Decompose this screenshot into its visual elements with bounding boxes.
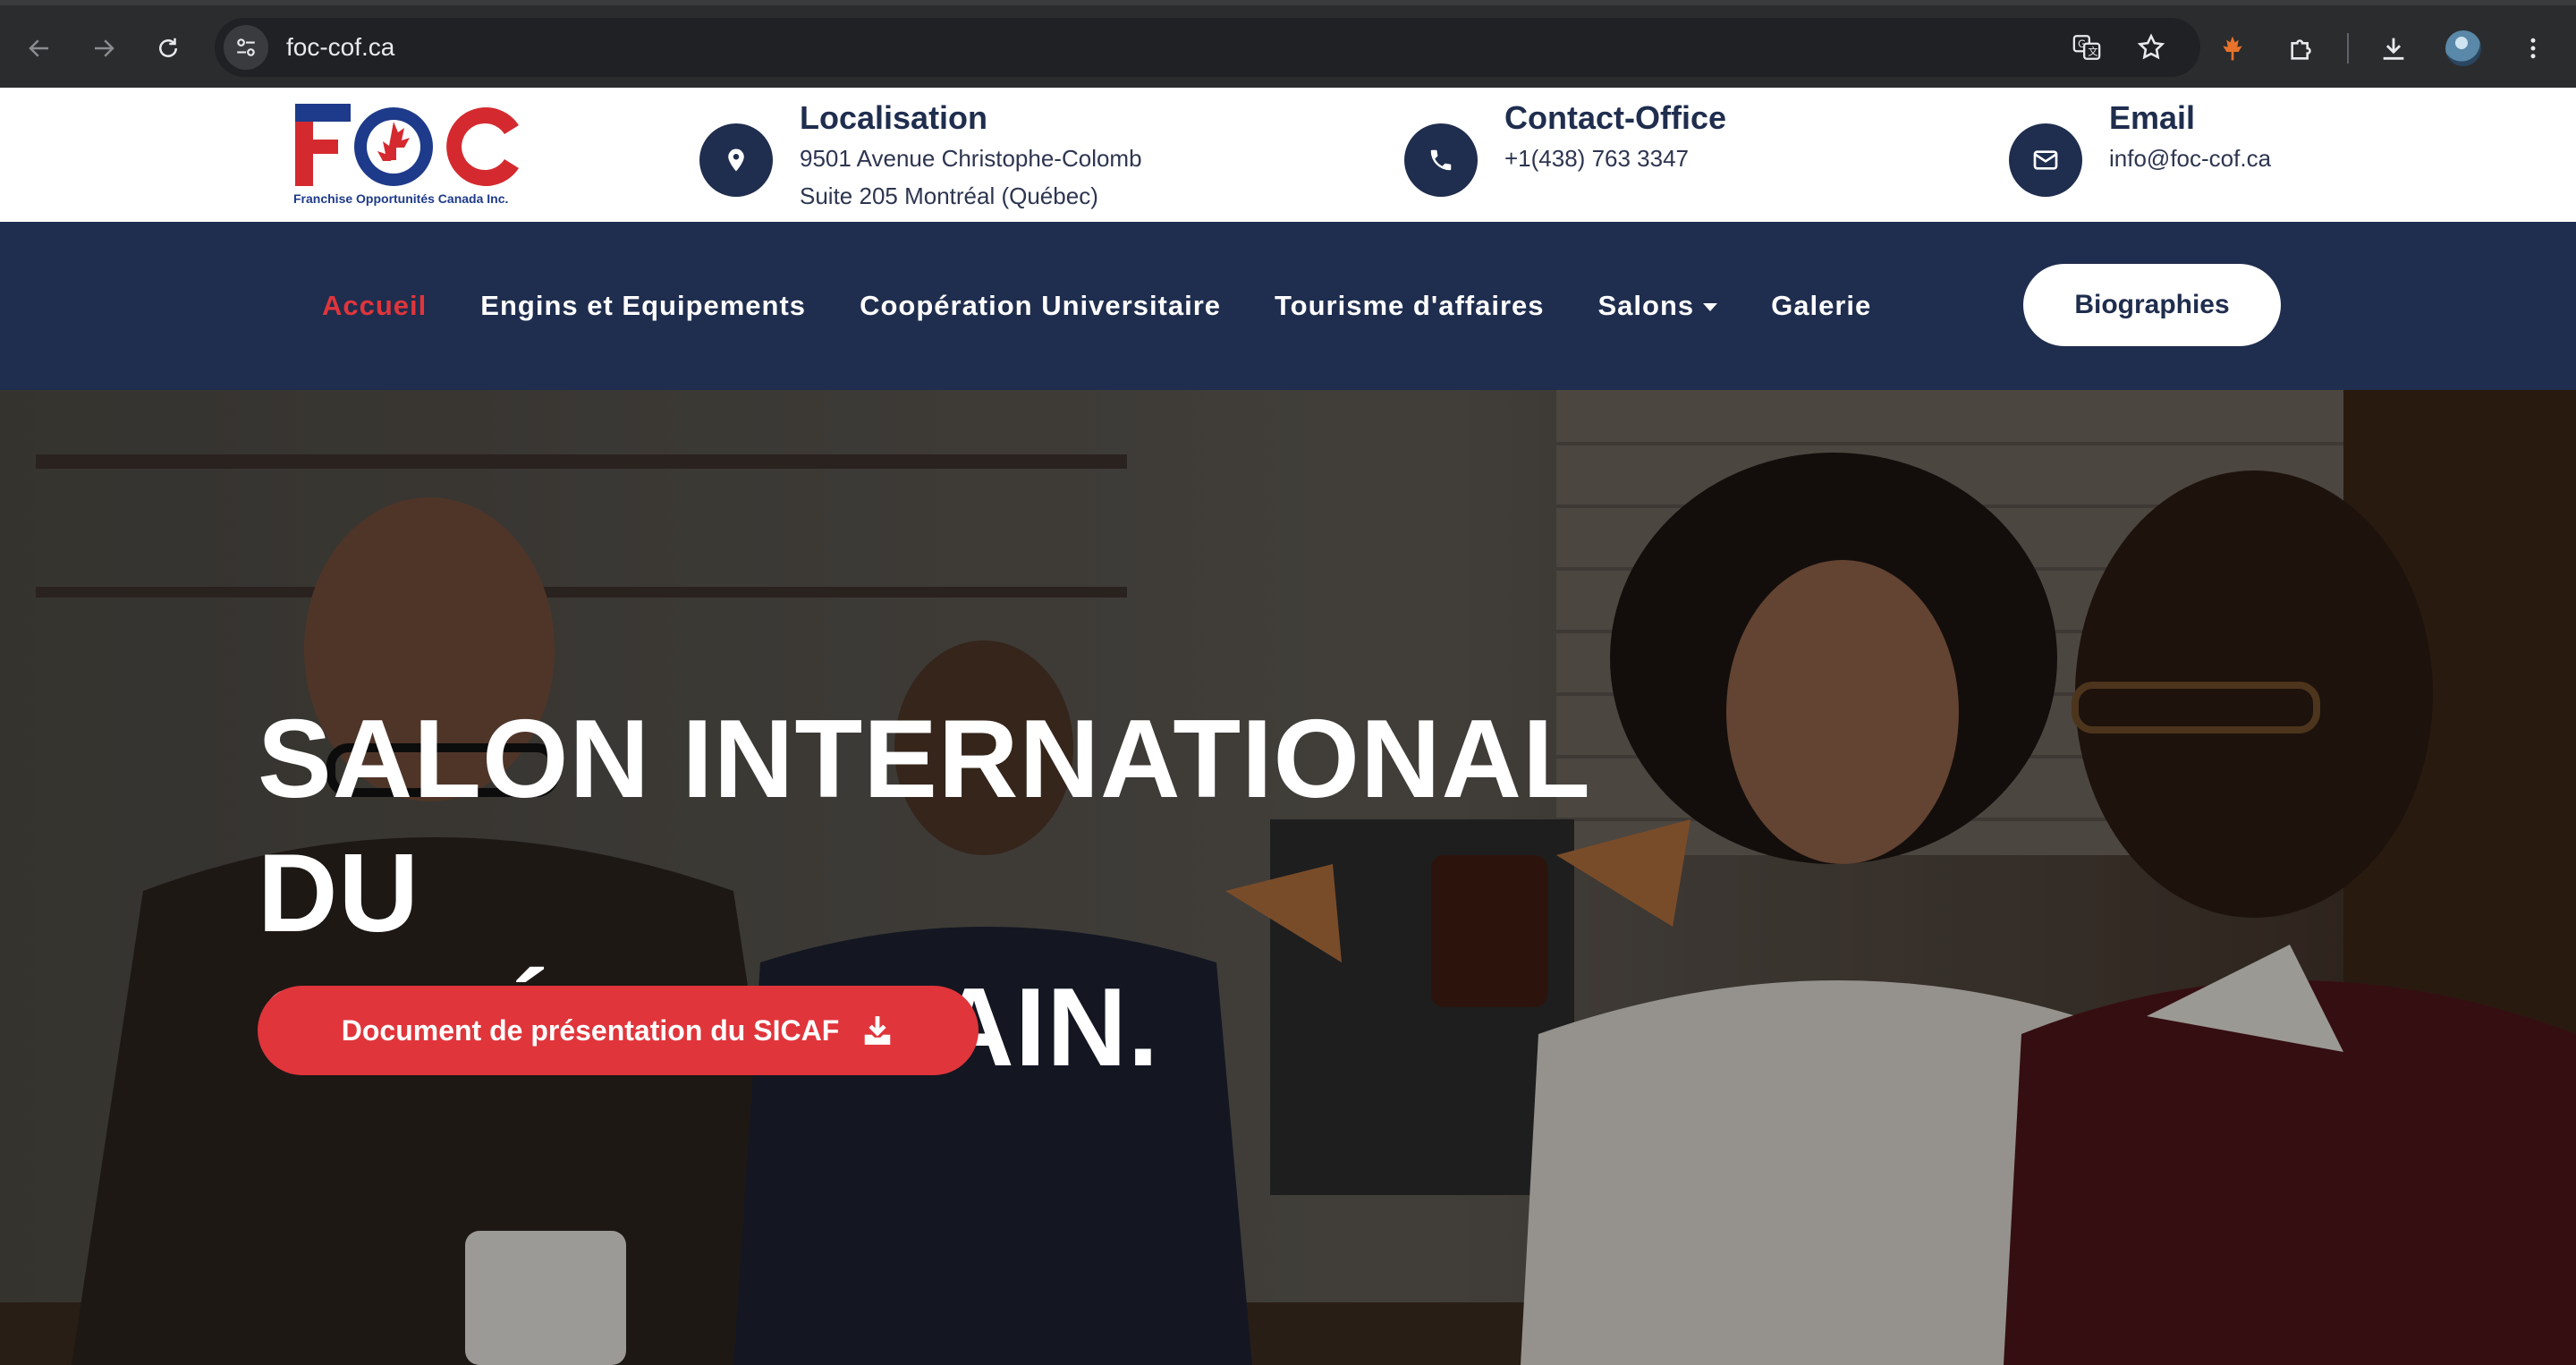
map-pin-icon	[728, 148, 744, 172]
phone-icon	[1430, 149, 1452, 171]
menu-button[interactable]	[2508, 23, 2558, 73]
email-title: Email	[2109, 99, 2196, 136]
contact-phone[interactable]: +1(438) 763 3347	[1504, 140, 1726, 177]
foc-logo-icon	[295, 104, 519, 187]
site-info-button[interactable]	[224, 25, 268, 70]
nav-item-galerie[interactable]: Galerie	[1771, 290, 1871, 322]
logo-tagline: Franchise Opportunités Canada Inc.	[293, 191, 509, 206]
translate-button[interactable]: G文	[2064, 25, 2109, 70]
email-address[interactable]: info@foc-cof.ca	[2109, 140, 2271, 177]
profile-button[interactable]	[2438, 23, 2488, 73]
site-logo[interactable]: Franchise Opportunités Canada Inc.	[293, 100, 526, 209]
star-icon	[2137, 33, 2165, 60]
maple-extension-button[interactable]	[2207, 23, 2258, 73]
address-bar[interactable]: foc-cof.ca G文	[215, 18, 2200, 77]
translate-icon: G文	[2072, 35, 2101, 60]
forward-button[interactable]	[79, 23, 129, 73]
presentation-download-button[interactable]: Document de présentation du SICAF	[258, 986, 979, 1075]
svg-text:文: 文	[2088, 46, 2097, 58]
email-icon-circle	[2009, 123, 2082, 197]
download-icon	[2383, 38, 2404, 60]
more-vert-icon	[2530, 38, 2536, 59]
contact-block: Contact-Office +1(438) 763 3347	[1404, 97, 1726, 197]
location-line1: 9501 Avenue Christophe-Colomb	[800, 145, 1142, 172]
avatar	[2445, 30, 2481, 66]
url-text[interactable]: foc-cof.ca	[286, 33, 394, 62]
nav-item-salons-label: Salons	[1597, 290, 1695, 321]
main-navigation: Accueil Engins et Equipements Coopératio…	[0, 222, 2576, 390]
biographies-button[interactable]: Biographies	[2023, 264, 2281, 346]
extensions-button[interactable]	[2277, 23, 2327, 73]
maple-leaf-icon	[2223, 36, 2242, 61]
arrow-left-icon	[29, 39, 48, 57]
downloads-button[interactable]	[2368, 23, 2419, 73]
nav-item-cooperation[interactable]: Coopération Universitaire	[860, 290, 1221, 322]
bookmark-button[interactable]	[2129, 25, 2174, 70]
arrow-right-icon	[95, 39, 114, 57]
nav-item-accueil[interactable]: Accueil	[322, 290, 427, 322]
hero-section: SALON INTERNATIONAL DU CAFÉ AFRICAIN. Do…	[0, 390, 2576, 1365]
reload-icon	[159, 38, 177, 57]
location-title: Localisation	[800, 99, 988, 136]
location-line2: Suite 205 Montréal (Québec)	[800, 182, 1098, 209]
email-block: Email info@foc-cof.ca	[2009, 97, 2271, 197]
browser-chrome: foc-cof.ca G文	[0, 0, 2576, 88]
hero-title-line1: SALON INTERNATIONAL DU	[258, 698, 1589, 955]
back-button[interactable]	[14, 23, 64, 73]
puzzle-icon	[2291, 39, 2311, 60]
top-info-bar: Franchise Opportunités Canada Inc. Local…	[0, 88, 2576, 222]
nav-item-engins[interactable]: Engins et Equipements	[480, 290, 806, 322]
phone-icon-circle	[1404, 123, 1478, 197]
reload-button[interactable]	[143, 23, 193, 73]
location-icon-circle	[699, 123, 773, 197]
tune-icon	[237, 38, 255, 56]
nav-item-tourisme[interactable]: Tourisme d'affaires	[1275, 290, 1544, 322]
location-block: Localisation 9501 Avenue Christophe-Colo…	[699, 97, 1142, 215]
nav-item-salons[interactable]: Salons	[1597, 290, 1718, 322]
caret-down-icon	[1703, 303, 1718, 312]
download-icon	[864, 1016, 891, 1045]
presentation-download-label: Document de présentation du SICAF	[341, 1013, 840, 1047]
menu: Accueil Engins et Equipements Coopératio…	[322, 222, 1925, 390]
toolbar-separator	[2347, 33, 2349, 64]
contact-title: Contact-Office	[1504, 99, 1727, 136]
envelope-icon	[2033, 150, 2058, 170]
